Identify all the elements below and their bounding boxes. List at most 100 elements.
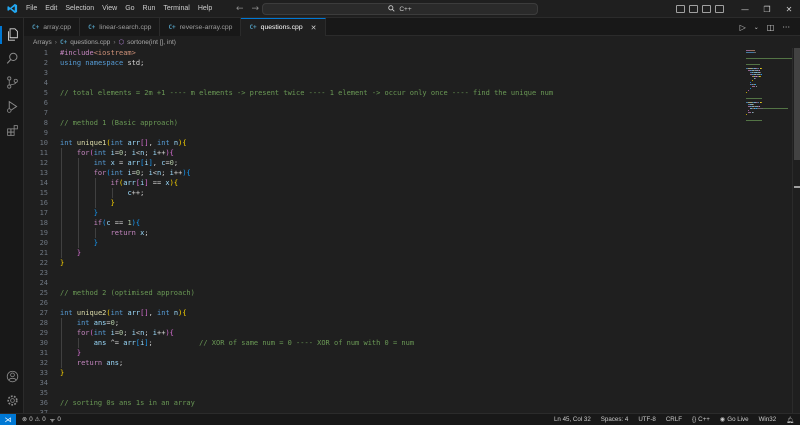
line-number: 1 (43, 49, 48, 57)
code-token: int (93, 159, 107, 167)
toggle-primary-sidebar-icon[interactable] (676, 5, 685, 13)
editor-tab-bar: C+ array.cpp C+ linear-search.cpp C+ rev… (24, 18, 800, 36)
code-line[interactable]: 2 using namespace std; (24, 58, 744, 68)
tab-linear-search-cpp[interactable]: C+ linear-search.cpp (80, 18, 161, 36)
language-mode[interactable]: {} C++ (692, 416, 710, 423)
code-line[interactable]: 9 (24, 128, 744, 138)
minimize-icon[interactable]: — (734, 0, 756, 18)
code-line[interactable]: 12 int x = arr[i], c=0; (24, 158, 744, 168)
breadcrumb-folder[interactable]: Arrays (33, 39, 52, 46)
code-line[interactable]: 14 if(arr[i] == x){ (24, 178, 744, 188)
code-token: } (110, 199, 115, 207)
platform[interactable]: Win32 (759, 416, 777, 423)
code-line[interactable]: 23 (24, 268, 744, 278)
code-line[interactable]: 18 if(c == 1){ (24, 218, 744, 228)
menu-help[interactable]: Help (194, 0, 216, 18)
indent-guide (61, 158, 62, 168)
code-line[interactable]: 26 (24, 298, 744, 308)
code-line[interactable]: 16 } (24, 198, 744, 208)
manage-gear-icon[interactable] (4, 392, 20, 408)
code-line[interactable]: 33} (24, 368, 744, 378)
editor-actions: ▷ ⌄ ◫ ··· (740, 18, 790, 36)
restore-icon[interactable]: ❐ (756, 0, 778, 18)
code-line[interactable]: 1 #include<iostream> (24, 48, 744, 58)
scrollbar-thumb[interactable] (794, 48, 800, 160)
end-of-line[interactable]: CRLF (666, 416, 682, 423)
code-line[interactable]: 27 int unique2(int arr[], int n){ (24, 308, 744, 318)
minimap[interactable] (744, 48, 800, 413)
code-line[interactable]: 4 (24, 78, 744, 88)
minimap-line (750, 82, 751, 83)
code-line[interactable]: 24 (24, 278, 744, 288)
code-line[interactable]: 22} (24, 258, 744, 268)
code-line[interactable]: 31 } (24, 348, 744, 358)
menu-view[interactable]: View (98, 0, 121, 18)
run-debug-icon[interactable] (4, 98, 20, 114)
minimap-line (759, 72, 760, 73)
code-token: // total elements = 2m +1 ---- m element… (60, 89, 554, 97)
code-line[interactable]: 19 return x; (24, 228, 744, 238)
code-line[interactable]: 35 (24, 388, 744, 398)
code-line[interactable]: 6 (24, 98, 744, 108)
menu-terminal[interactable]: Terminal (159, 0, 193, 18)
accounts-icon[interactable] (4, 368, 20, 384)
code-line[interactable]: 3 (24, 68, 744, 78)
indentation[interactable]: Spaces: 4 (601, 416, 629, 423)
toggle-secondary-sidebar-icon[interactable] (702, 5, 711, 13)
menu-selection[interactable]: Selection (61, 0, 98, 18)
search-view-icon[interactable] (4, 50, 20, 66)
code-line[interactable]: 20 } (24, 238, 744, 248)
explorer-icon[interactable] (4, 26, 20, 42)
code-line[interactable]: 7 (24, 108, 744, 118)
menu-go[interactable]: Go (121, 0, 138, 18)
notifications-bell-icon[interactable]: 🔔︎ (786, 416, 794, 424)
forward-arrow-icon[interactable]: → (252, 4, 260, 14)
code-line[interactable]: 21 } (24, 248, 744, 258)
run-dropdown-chevron-icon[interactable]: ⌄ (754, 24, 759, 31)
code-line[interactable]: 32 return ans; (24, 358, 744, 368)
breadcrumb-symbol[interactable]: sortone(int [], int) (127, 39, 176, 46)
code-line[interactable]: 17 } (24, 208, 744, 218)
go-live-button[interactable]: ◉ Go Live (720, 416, 749, 423)
line-number: 27 (39, 309, 48, 317)
cursor-position[interactable]: Ln 45, Col 32 (554, 416, 591, 423)
command-center-search[interactable]: C++ (262, 3, 538, 15)
close-window-icon[interactable]: ✕ (778, 0, 800, 18)
problems-indicator[interactable]: ⊗ 0 ⚠ 0 (22, 416, 46, 423)
code-line[interactable]: 13 for(int i=0; i<n; i++){ (24, 168, 744, 178)
code-line[interactable]: 15 c++; (24, 188, 744, 198)
code-line[interactable]: 5 // total elements = 2m +1 ---- m elemen… (24, 88, 744, 98)
code-line[interactable]: 10 int unique1(int arr[], int n){ (24, 138, 744, 148)
code-editor[interactable]: 1 #include<iostream> 2 using namespace std;… (24, 48, 744, 413)
code-line[interactable]: 36 // sorting 0s ans 1s in an array (24, 398, 744, 408)
back-arrow-icon[interactable]: ← (236, 4, 244, 14)
remote-indicator-icon[interactable]: ⋊ (0, 413, 16, 425)
code-line[interactable]: 25 // method 2 (optimised approach) (24, 288, 744, 298)
code-line[interactable]: 30 ans ^= arr[i]; // XOR of same num = 0… (24, 338, 744, 348)
more-actions-icon[interactable]: ··· (782, 23, 790, 32)
tab-questions-cpp[interactable]: C+ questions.cpp ✕ (241, 18, 326, 36)
customize-layout-icon[interactable] (715, 5, 724, 13)
source-control-icon[interactable] (4, 74, 20, 90)
menu-run[interactable]: Run (139, 0, 160, 18)
code-token: ; (144, 149, 153, 157)
breadcrumb-file[interactable]: questions.cpp (70, 39, 110, 46)
code-line[interactable]: 8 // method 1 (Basic approach) (24, 118, 744, 128)
menu-edit[interactable]: Edit (41, 0, 61, 18)
run-file-icon[interactable]: ▷ (740, 23, 746, 32)
code-line[interactable]: 34 (24, 378, 744, 388)
ports-indicator[interactable]: ᯤ 0 (50, 415, 61, 424)
code-token: arr (123, 339, 136, 347)
extensions-icon[interactable] (4, 122, 20, 138)
code-line[interactable]: 11 for(int i=0; i<n; i++){ (24, 148, 744, 158)
tab-array-cpp[interactable]: C+ array.cpp (24, 18, 81, 36)
menu-file[interactable]: File (22, 0, 41, 18)
code-line[interactable]: 28 int ans=0; (24, 318, 744, 328)
toggle-panel-icon[interactable] (689, 5, 698, 13)
code-line[interactable]: 29 for(int i=0; i<n; i++){ (24, 328, 744, 338)
split-editor-icon[interactable]: ◫ (767, 23, 775, 32)
tab-reverse-array-cpp[interactable]: C+ reverse-array.cpp (160, 18, 242, 36)
close-tab-icon[interactable]: ✕ (311, 24, 317, 32)
file-encoding[interactable]: UTF-8 (638, 416, 656, 423)
vertical-scrollbar[interactable] (792, 48, 800, 413)
